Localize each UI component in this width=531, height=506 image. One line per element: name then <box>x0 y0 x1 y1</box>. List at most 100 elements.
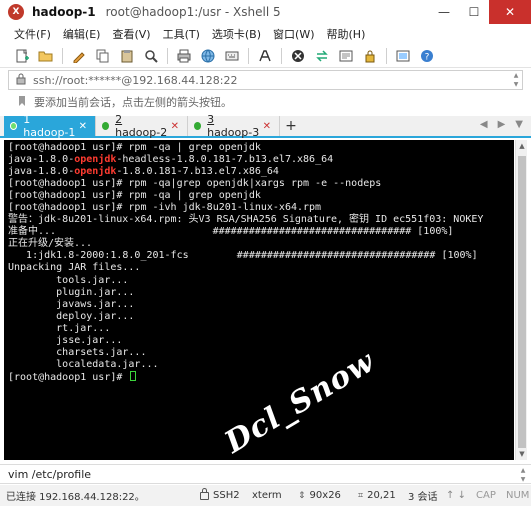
tab-label: 1 hadoop-1 <box>23 113 76 139</box>
scrollbar-thumb[interactable] <box>518 156 526 448</box>
terminal-line: java-1.8.0-openjdk-headless-1.8.0.181-7.… <box>8 154 334 166</box>
toolbar-separator <box>62 47 63 64</box>
hint-text: 要添加当前会话，点击左侧的箭头按钮。 <box>34 96 232 109</box>
cursor-icon: ⌗ <box>358 490 364 501</box>
session-lock-icon <box>15 73 27 88</box>
keyboard-icon[interactable] <box>224 48 240 64</box>
terminal-line: [root@hadoop1 usr]# rpm -qa|grep openjdk… <box>8 178 382 190</box>
close-icon[interactable]: ✕ <box>263 121 271 132</box>
new-session-icon[interactable] <box>14 48 30 64</box>
terminal-output[interactable]: [root@hadoop1 usr]# rpm -qa | grep openj… <box>4 140 514 460</box>
toolbar-separator <box>281 47 282 64</box>
chevron-down-icon[interactable]: ▼ <box>514 81 519 88</box>
paste-icon[interactable] <box>119 48 135 64</box>
scroll-down-icon[interactable]: ▼ <box>516 448 528 460</box>
terminal-line: tools.jar... <box>8 274 129 286</box>
terminal-line: [root@hadoop1 usr]# rpm -ivh jdk-8u201-l… <box>8 202 322 214</box>
connected-status-icon <box>194 122 202 130</box>
close-icon[interactable]: ✕ <box>171 121 179 132</box>
cursor-position: ⌗ 20,21 <box>358 490 396 501</box>
window-controls: — ☐ ✕ <box>429 0 531 24</box>
globe-icon[interactable] <box>200 48 216 64</box>
xftp-icon[interactable] <box>290 48 306 64</box>
tab-label: 3 hadoop-3 <box>207 113 260 139</box>
terminal-line: 1:jdk1.8-2000:1.8.0_201-fcs ############… <box>8 250 478 262</box>
address-spinner[interactable]: ▲ ▼ <box>511 72 521 88</box>
connected-status-icon <box>10 122 18 130</box>
tab-bar: 1 hadoop-1 ✕ 2 hadoop-2 ✕ 3 hadoop-3 ✕ +… <box>0 113 531 139</box>
terminal-line: jsse.jar... <box>8 334 123 346</box>
terminal-line: 准备中... #################################… <box>8 226 454 238</box>
chevron-left-icon[interactable]: ◀ <box>480 119 488 130</box>
window-title-path: root@hadoop1:/usr - Xshell 5 <box>105 5 281 19</box>
num-indicator: NUM <box>506 490 530 501</box>
connection-status: 已连接 192.168.44.128:22。 <box>6 492 145 503</box>
chevron-down-icon[interactable]: ▼ <box>521 476 526 483</box>
help-icon[interactable]: ? <box>419 48 435 64</box>
print-icon[interactable] <box>176 48 192 64</box>
menu-tabs[interactable]: 选项卡(B) <box>212 26 261 42</box>
tab-hadoop-1[interactable]: 1 hadoop-1 ✕ <box>4 113 96 139</box>
compose-icon[interactable] <box>338 48 354 64</box>
session-hint-bar: 要添加当前会话，点击左侧的箭头按钮。 <box>0 92 531 112</box>
add-tab-button[interactable]: + <box>280 116 302 136</box>
font-icon[interactable] <box>257 48 273 64</box>
terminal-cursor <box>130 370 137 381</box>
lock-icon[interactable] <box>362 48 378 64</box>
resize-icon: ⇕ <box>298 490 306 501</box>
lock-icon <box>200 487 209 500</box>
arrow-bookmark-icon[interactable] <box>16 95 28 110</box>
close-button[interactable]: ✕ <box>489 0 531 24</box>
maximize-button[interactable]: ☐ <box>459 0 489 24</box>
toolbar-separator <box>248 47 249 64</box>
minimize-button[interactable]: — <box>429 0 459 24</box>
svg-text:?: ? <box>425 52 430 62</box>
menu-view[interactable]: 查看(V) <box>112 26 150 42</box>
fullscreen-icon[interactable] <box>395 48 411 64</box>
address-bar[interactable]: ssh://root:******@192.168.44.128:22 ▲ ▼ <box>8 70 523 90</box>
compose-spinner[interactable]: ▲ ▼ <box>518 467 528 483</box>
compose-bar[interactable]: vim /etc/profile ▲ ▼ <box>0 464 531 484</box>
chevron-up-icon[interactable]: ▲ <box>521 467 526 474</box>
menu-tools[interactable]: 工具(T) <box>163 26 200 42</box>
tab-list-icon[interactable]: ▼ <box>515 119 523 130</box>
chevron-right-icon[interactable]: ▶ <box>498 119 506 130</box>
properties-icon[interactable] <box>71 48 87 64</box>
terminal-line: 警告：jdk-8u201-linux-x64.rpm: 头V3 RSA/SHA2… <box>8 214 484 226</box>
title-bar: X hadoop-1 root@hadoop1:/usr - Xshell 5 … <box>0 0 531 24</box>
status-bar: 已连接 192.168.44.128:22。 SSH2 xterm ⇕ 90x2… <box>0 485 531 506</box>
grep-highlight: openjdk <box>74 154 117 166</box>
connected-status-icon <box>102 122 110 130</box>
transfer-icon[interactable] <box>314 48 330 64</box>
menu-edit[interactable]: 编辑(E) <box>63 26 101 42</box>
compose-input[interactable]: vim /etc/profile <box>8 468 91 481</box>
terminal-line: Unpacking JAR files... <box>8 262 141 274</box>
scroll-up-icon[interactable]: ▲ <box>516 140 528 152</box>
tab-hadoop-3[interactable]: 3 hadoop-3 ✕ <box>188 113 280 139</box>
tab-navigation: ◀ ▶ ▼ <box>480 119 523 130</box>
terminal-line: charsets.jar... <box>8 346 147 358</box>
session-count: 3 会话 <box>408 492 438 503</box>
terminal-line: [root@hadoop1 usr]# rpm -qa | grep openj… <box>8 190 261 202</box>
menu-window[interactable]: 窗口(W) <box>273 26 314 42</box>
terminal-line: java-1.8.0-openjdk-1.8.0.181-7.b13.el7.x… <box>8 166 279 178</box>
arrow-down-icon: ↓ <box>457 490 466 501</box>
tab-label: 2 hadoop-2 <box>115 113 168 139</box>
close-icon[interactable]: ✕ <box>79 121 87 132</box>
caps-indicator: CAP <box>476 490 496 501</box>
terminal-line: [root@hadoop1 usr]# <box>8 370 510 384</box>
tab-hadoop-2[interactable]: 2 hadoop-2 ✕ <box>96 113 188 139</box>
copy-icon[interactable] <box>95 48 111 64</box>
menu-bar: 文件(F) 编辑(E) 查看(V) 工具(T) 选项卡(B) 窗口(W) 帮助(… <box>0 24 531 44</box>
open-folder-icon[interactable] <box>38 48 54 64</box>
terminal-type: xterm <box>252 490 282 501</box>
chevron-up-icon[interactable]: ▲ <box>514 72 519 79</box>
terminal-size: ⇕ 90x26 <box>298 490 341 501</box>
find-icon[interactable] <box>143 48 159 64</box>
menu-help[interactable]: 帮助(H) <box>327 26 366 42</box>
terminal-line: localedata.jar... <box>8 358 159 370</box>
toolbar: ? <box>0 44 531 68</box>
terminal-line: rt.jar... <box>8 322 111 334</box>
menu-file[interactable]: 文件(F) <box>14 26 51 42</box>
terminal-scrollbar[interactable]: ▲ ▼ <box>515 140 527 460</box>
